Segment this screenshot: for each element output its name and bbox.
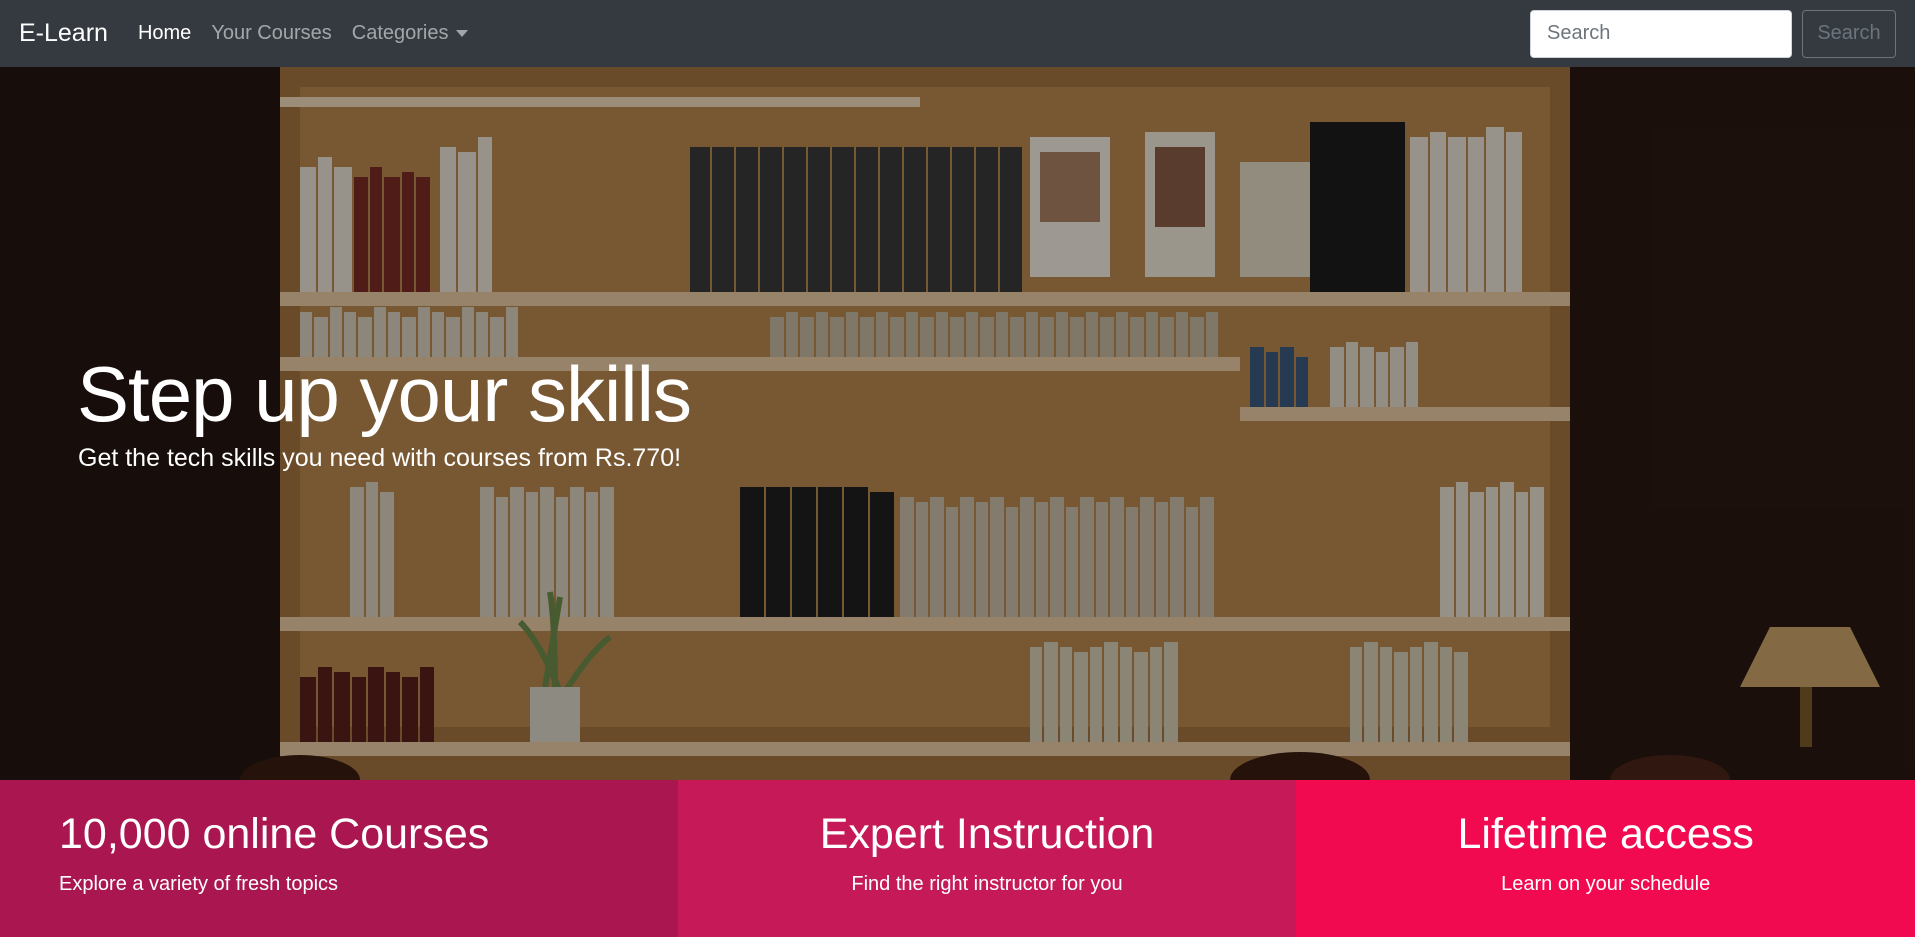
nav-dropdown-categories[interactable]: Categories <box>352 22 469 45</box>
top-navbar: E-Learn Home Your Courses Categories Sea… <box>0 0 1915 67</box>
hero-title: Step up your skills <box>77 350 692 438</box>
feature-subtitle: Learn on your schedule <box>1501 873 1711 895</box>
feature-title: Lifetime access <box>1457 810 1754 858</box>
feature-expert-instruction: Expert Instruction Find the right instru… <box>677 780 1297 937</box>
feature-online-courses: 10,000 online Courses Explore a variety … <box>0 780 678 937</box>
nav-link-home[interactable]: Home <box>138 22 191 45</box>
hero-banner: Step up your skills Get the tech skills … <box>0 67 1915 780</box>
brand-logo-link[interactable]: E-Learn <box>19 19 108 48</box>
caret-down-icon <box>456 30 469 37</box>
search-button[interactable]: Search <box>1802 9 1896 58</box>
nav-dropdown-categories-label: Categories <box>351 22 449 44</box>
nav-link-your-courses[interactable]: Your Courses <box>211 22 331 45</box>
feature-subtitle: Find the right instructor for you <box>851 873 1123 895</box>
feature-subtitle: Explore a variety of fresh topics <box>59 873 339 895</box>
feature-title: 10,000 online Courses <box>59 810 490 858</box>
feature-title: Expert Instruction <box>819 810 1155 858</box>
features-strip: 10,000 online Courses Explore a variety … <box>0 780 1915 937</box>
search-input[interactable] <box>1530 9 1792 58</box>
feature-lifetime-access: Lifetime access Learn on your schedule <box>1296 780 1915 937</box>
search-form: Search <box>1530 9 1896 58</box>
hero-subtitle: Get the tech skills you need with course… <box>78 444 682 472</box>
